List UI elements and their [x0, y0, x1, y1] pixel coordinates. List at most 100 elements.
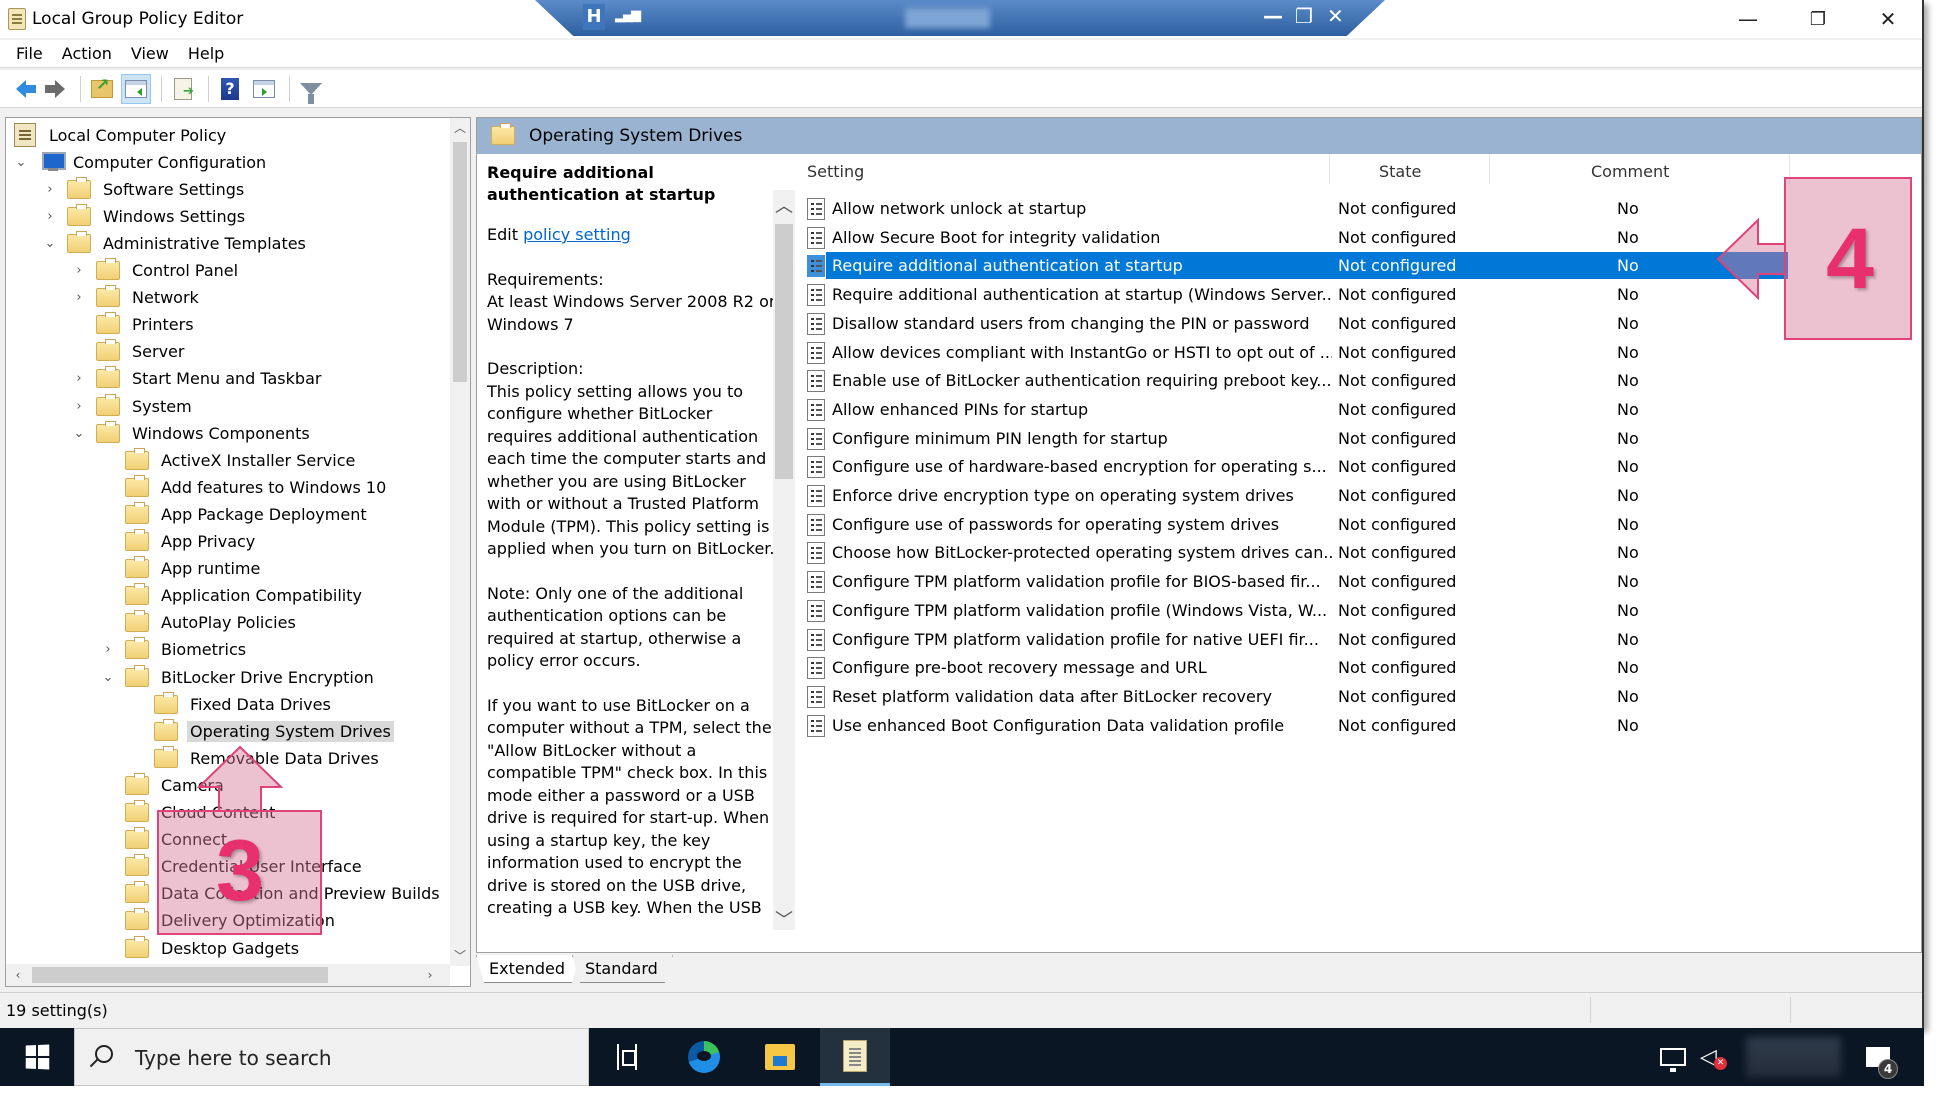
tree-item[interactable]: ›Server: [72, 339, 187, 365]
tree-item[interactable]: › Biometrics: [101, 637, 249, 663]
remote-restore-button[interactable]: ❐: [1295, 4, 1313, 28]
tree-item[interactable]: ›ActiveX Installer Service: [101, 447, 358, 473]
help-button[interactable]: ?: [215, 74, 245, 104]
setting-row[interactable]: Choose how BitLocker-protected operating…: [799, 538, 1921, 566]
tree-item[interactable]: ›Printers: [72, 312, 197, 338]
remote-minimize-button[interactable]: —: [1263, 4, 1283, 28]
setting-row[interactable]: Configure TPM platform validation profil…: [799, 567, 1921, 595]
tree-item[interactable]: ›Operating System Drives: [130, 718, 394, 744]
setting-row[interactable]: Configure TPM platform validation profil…: [799, 596, 1921, 624]
tree-item[interactable]: › System: [72, 393, 195, 419]
file-explorer-taskbar-button[interactable]: [745, 1028, 815, 1086]
tree-item[interactable]: ›App Privacy: [101, 529, 258, 555]
column-divider[interactable]: [1329, 154, 1330, 184]
connection-signal-icon[interactable]: ▂▄▆: [615, 8, 641, 23]
filter-button[interactable]: [296, 74, 326, 104]
setting-row[interactable]: Reset platform validation data after Bit…: [799, 682, 1921, 710]
tree-item[interactable]: ›AutoPlay Policies: [101, 610, 299, 636]
menu-view[interactable]: View: [129, 42, 180, 65]
tray-volume[interactable]: ◁ ✕: [1700, 1028, 1727, 1086]
description-scroll-thumb[interactable]: [775, 224, 793, 479]
tree-item[interactable]: › Control Panel: [72, 258, 241, 284]
tree-item[interactable]: ›App runtime: [101, 556, 263, 582]
scroll-left-icon[interactable]: ‹: [8, 965, 28, 985]
tree-item[interactable]: ⌄ Computer Configuration: [14, 149, 269, 175]
menu-file[interactable]: File: [14, 42, 54, 65]
tree-item[interactable]: ⌄ BitLocker Drive Encryption: [101, 664, 377, 690]
edge-taskbar-button[interactable]: [669, 1028, 739, 1086]
export-list-button[interactable]: [168, 74, 198, 104]
scroll-up-icon[interactable]: ︿: [773, 192, 795, 217]
close-button[interactable]: ✕: [1853, 2, 1923, 36]
tree-item[interactable]: ⌄ Windows Components: [72, 420, 313, 446]
chevron-right-icon[interactable]: ›: [72, 371, 86, 386]
chevron-right-icon[interactable]: ›: [72, 399, 86, 414]
column-header-state[interactable]: State: [1379, 162, 1421, 181]
setting-row[interactable]: Configure minimum PIN length for startup…: [799, 424, 1921, 452]
scroll-down-icon[interactable]: ﹀: [450, 946, 470, 966]
setting-row[interactable]: Enforce drive encryption type on operati…: [799, 481, 1921, 509]
action-center-button[interactable]: 4: [1866, 1028, 1898, 1086]
tray-clock[interactable]: [1746, 1028, 1841, 1086]
tree-item[interactable]: ›App Package Deployment: [101, 501, 370, 527]
tree-item[interactable]: › Network: [72, 285, 202, 311]
setting-row[interactable]: Allow devices compliant with InstantGo o…: [799, 338, 1921, 366]
column-header-comment[interactable]: Comment: [1591, 162, 1669, 181]
up-one-level-button[interactable]: [87, 74, 117, 104]
tree-item[interactable]: › Windows Settings: [43, 203, 248, 229]
chevron-down-icon[interactable]: ⌄: [101, 670, 115, 685]
restore-button[interactable]: ❐: [1783, 2, 1853, 36]
setting-row[interactable]: Configure use of passwords for operating…: [799, 510, 1921, 538]
setting-row[interactable]: Configure TPM platform validation profil…: [799, 625, 1921, 653]
tree-item[interactable]: ›Add features to Windows 10: [101, 474, 389, 500]
tab-standard[interactable]: Standard: [572, 955, 673, 983]
tree-item[interactable]: Local Computer Policy: [14, 122, 229, 148]
setting-row[interactable]: Enable use of BitLocker authentication r…: [799, 366, 1921, 394]
minimize-button[interactable]: —: [1713, 2, 1783, 36]
tree-scroll-thumb[interactable]: [453, 142, 467, 382]
taskbar-search-box[interactable]: Type here to search: [74, 1028, 589, 1086]
tree-vertical-scrollbar[interactable]: ︿ ﹀: [450, 118, 470, 966]
forward-button[interactable]: [40, 74, 70, 104]
scroll-right-icon[interactable]: ›: [420, 965, 440, 985]
chevron-right-icon[interactable]: ›: [72, 290, 86, 305]
show-hide-console-tree-button[interactable]: [121, 73, 151, 104]
description-scrollbar[interactable]: ︿ ﹀: [773, 190, 795, 931]
tree-item[interactable]: ›Application Compatibility: [101, 583, 365, 609]
tree-item[interactable]: › Software Settings: [43, 176, 247, 202]
gpedit-taskbar-button[interactable]: [820, 1028, 890, 1086]
column-divider[interactable]: [1489, 154, 1490, 184]
show-hide-action-pane-button[interactable]: [249, 74, 279, 104]
chevron-down-icon[interactable]: ⌄: [43, 236, 57, 251]
tree-horizontal-scrollbar[interactable]: ‹ ›: [6, 964, 450, 986]
scroll-down-icon[interactable]: ﹀: [773, 906, 795, 931]
setting-row[interactable]: Configure pre-boot recovery message and …: [799, 653, 1921, 681]
tree-item[interactable]: › Start Menu and Taskbar: [72, 366, 324, 392]
task-view-button[interactable]: [592, 1028, 662, 1086]
pin-icon[interactable]: H: [583, 4, 605, 30]
chevron-right-icon[interactable]: ›: [101, 642, 115, 657]
chevron-down-icon[interactable]: ⌄: [72, 426, 86, 441]
start-button[interactable]: [0, 1028, 74, 1086]
chevron-right-icon[interactable]: ›: [43, 182, 57, 197]
scroll-up-icon[interactable]: ︿: [450, 118, 470, 138]
back-button[interactable]: [6, 74, 36, 104]
tray-network[interactable]: [1660, 1028, 1686, 1086]
chevron-right-icon[interactable]: ›: [72, 263, 86, 278]
setting-row[interactable]: Disallow standard users from changing th…: [799, 309, 1921, 337]
chevron-down-icon[interactable]: ⌄: [14, 155, 28, 170]
tree-item[interactable]: ⌄ Administrative Templates: [43, 230, 309, 256]
tree-item[interactable]: ›Desktop Gadgets: [101, 935, 302, 961]
setting-row[interactable]: Allow enhanced PINs for startup Not confi…: [799, 395, 1921, 423]
tree-item[interactable]: ›Fixed Data Drives: [130, 691, 334, 717]
chevron-right-icon[interactable]: ›: [43, 209, 57, 224]
tree-hscroll-thumb[interactable]: [32, 967, 328, 983]
column-header-setting[interactable]: Setting: [807, 162, 864, 181]
remote-close-button[interactable]: ✕: [1327, 4, 1344, 28]
edit-policy-setting-link[interactable]: policy setting: [523, 225, 631, 244]
menu-action[interactable]: Action: [60, 42, 123, 65]
menu-help[interactable]: Help: [186, 42, 235, 65]
tab-extended[interactable]: Extended: [476, 955, 580, 983]
setting-row[interactable]: Use enhanced Boot Configuration Data val…: [799, 711, 1921, 739]
setting-row[interactable]: Configure use of hardware-based encrypti…: [799, 452, 1921, 480]
